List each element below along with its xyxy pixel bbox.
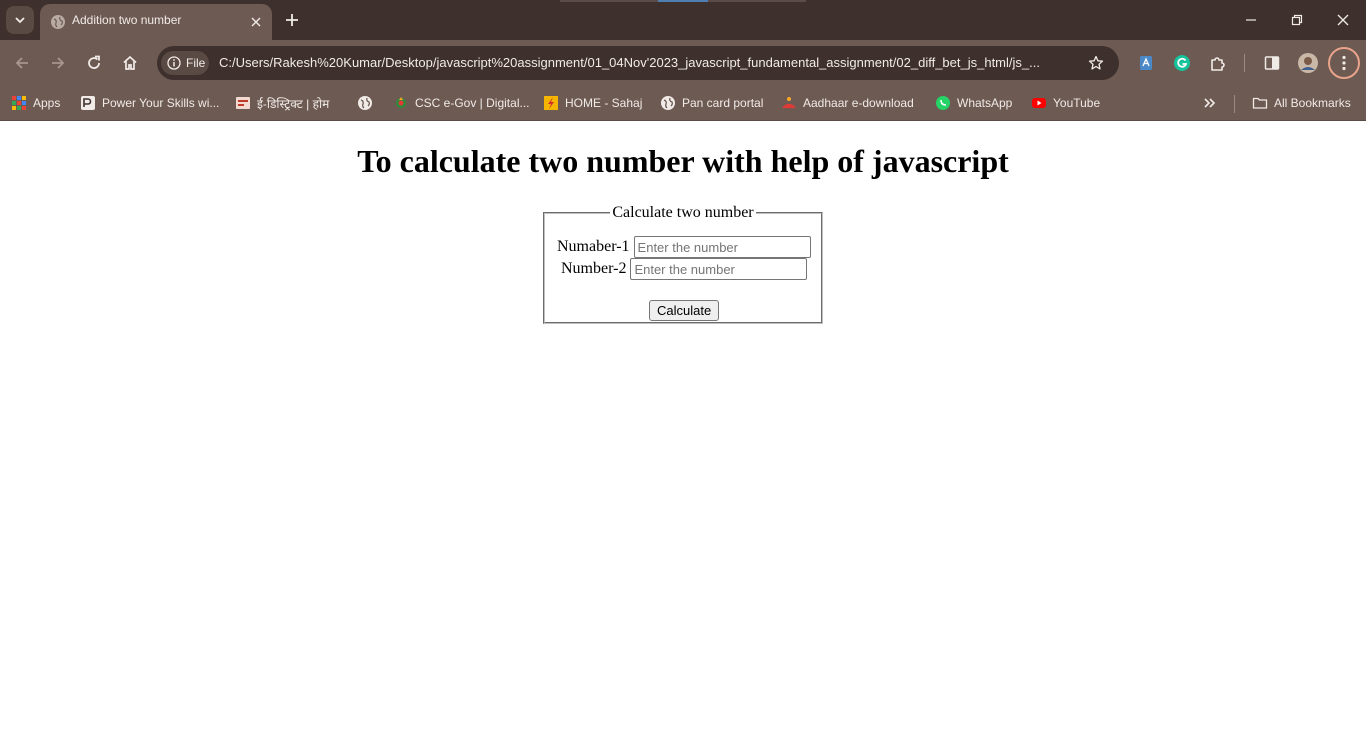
- fieldset-legend: Calculate two number: [612, 204, 754, 221]
- page-content: To calculate two number with help of jav…: [0, 121, 1366, 738]
- bookmark-pan-card[interactable]: Pan card portal: [660, 92, 763, 114]
- bookmarks-bar: Apps Power Your Skills wi... ई-डिस्ट्रिक…: [0, 86, 1366, 121]
- page-title: To calculate two number with help of jav…: [357, 143, 1009, 179]
- double-chevron-right-icon: [1204, 98, 1216, 108]
- extensions-button[interactable]: [1204, 49, 1232, 77]
- close-icon: [1337, 14, 1349, 26]
- side-panel-icon: [1264, 56, 1280, 70]
- new-tab-button[interactable]: [280, 8, 304, 32]
- number2-input[interactable]: [630, 258, 808, 280]
- browser-menu-button[interactable]: [1328, 47, 1360, 79]
- bookmark-apps[interactable]: Apps: [11, 92, 60, 114]
- address-bar[interactable]: File C:/Users/Rakesh%20Kumar/Desktop/jav…: [157, 46, 1119, 80]
- sahaj-icon: [544, 96, 558, 110]
- apps-grid-icon: [12, 96, 26, 110]
- site-info-label: File: [186, 56, 206, 70]
- home-icon: [123, 55, 137, 70]
- toolbar-divider: [1244, 54, 1245, 72]
- globe-icon: [358, 96, 372, 110]
- translate-extension-icon: [1140, 56, 1152, 70]
- restore-button[interactable]: [1274, 0, 1320, 40]
- calculator-fieldset: Calculate two number Numaber-1 Number-2 …: [543, 204, 823, 324]
- bookmark-label: Aadhaar e-download: [803, 96, 914, 110]
- site-icon: [81, 96, 95, 110]
- bookmark-star-button[interactable]: [1085, 52, 1107, 74]
- all-bookmarks-label: All Bookmarks: [1274, 96, 1351, 110]
- all-bookmarks-button[interactable]: All Bookmarks: [1252, 92, 1351, 114]
- star-icon: [1088, 55, 1104, 70]
- edistrict-icon: [236, 97, 250, 109]
- number2-label: Number-2: [561, 260, 627, 277]
- bookmark-csc-egov[interactable]: CSC e-Gov | Digital...: [393, 92, 529, 114]
- side-panel-button[interactable]: [1258, 49, 1286, 77]
- bookmark-label: YouTube: [1053, 96, 1101, 110]
- number2-row: Number-2: [561, 258, 808, 280]
- bookmark-label: Apps: [33, 96, 61, 110]
- number1-row: Numaber-1: [557, 236, 811, 258]
- bookmarks-overflow-button[interactable]: [1202, 92, 1218, 114]
- bookmark-label: HOME - Sahaj: [565, 96, 643, 110]
- bookmark-globe[interactable]: [357, 92, 379, 114]
- number1-input[interactable]: [633, 236, 811, 258]
- back-button[interactable]: [8, 49, 36, 77]
- close-icon: [251, 17, 261, 27]
- calculate-button[interactable]: Calculate: [649, 300, 720, 321]
- bookmark-label: ई-डिस्ट्रिक्ट | होम: [257, 96, 330, 111]
- bookmark-label: Pan card portal: [682, 96, 764, 110]
- bookmark-edistrict[interactable]: ई-डिस्ट्रिक्ट | होम: [235, 92, 329, 114]
- site-info-chip[interactable]: File: [161, 51, 209, 75]
- puzzle-icon: [1211, 57, 1225, 71]
- plus-icon: [286, 14, 298, 26]
- bookmark-aadhaar[interactable]: Aadhaar e-download: [781, 92, 914, 114]
- avatar: [1298, 53, 1318, 73]
- folder-icon: [1252, 97, 1268, 109]
- youtube-icon: [1032, 98, 1046, 108]
- bookmark-sahaj[interactable]: HOME - Sahaj: [543, 92, 642, 114]
- globe-icon: [51, 15, 65, 29]
- url-text[interactable]: C:/Users/Rakesh%20Kumar/Desktop/javascri…: [219, 55, 1079, 70]
- bookmark-whatsapp[interactable]: WhatsApp: [935, 92, 1012, 114]
- reload-icon: [88, 55, 100, 69]
- browser-toolbar: File C:/Users/Rakesh%20Kumar/Desktop/jav…: [0, 40, 1366, 86]
- tab-close-button[interactable]: [246, 12, 266, 32]
- bookmark-youtube[interactable]: YouTube: [1031, 92, 1100, 114]
- tab-strip: Addition two number: [0, 0, 1366, 40]
- extension-translate-button[interactable]: [1132, 49, 1160, 77]
- extension-grammarly-button[interactable]: [1168, 49, 1196, 77]
- bookmark-label: CSC e-Gov | Digital...: [415, 96, 530, 110]
- number1-label: Numaber-1: [557, 238, 630, 255]
- active-tab[interactable]: Addition two number: [40, 4, 272, 40]
- bookmark-label: Power Your Skills wi...: [102, 96, 220, 110]
- aadhaar-icon: [782, 97, 796, 109]
- bookmarks-divider: [1234, 95, 1235, 113]
- minimize-button[interactable]: [1228, 0, 1274, 40]
- profile-button[interactable]: [1294, 49, 1322, 77]
- bookmark-power-your-skills[interactable]: Power Your Skills wi...: [80, 92, 219, 114]
- window-top-accent-highlight: [658, 0, 708, 2]
- more-vertical-icon: [1342, 55, 1346, 71]
- tab-title: Addition two number: [72, 13, 182, 27]
- home-button[interactable]: [116, 49, 144, 77]
- window-close-button[interactable]: [1320, 0, 1366, 40]
- arrow-left-icon: [15, 57, 28, 69]
- globe-icon: [661, 96, 675, 110]
- restore-icon: [1291, 14, 1303, 26]
- arrow-right-icon: [52, 57, 65, 69]
- tab-search-button[interactable]: [6, 6, 34, 34]
- whatsapp-icon: [936, 96, 950, 110]
- reload-button[interactable]: [80, 49, 108, 77]
- chevron-down-icon: [15, 17, 25, 24]
- info-icon: [167, 56, 181, 70]
- bookmark-label: WhatsApp: [957, 96, 1013, 110]
- grammarly-icon: [1174, 55, 1190, 71]
- forward-button[interactable]: [44, 49, 72, 77]
- csc-icon: [396, 97, 406, 108]
- minimize-icon: [1246, 19, 1256, 21]
